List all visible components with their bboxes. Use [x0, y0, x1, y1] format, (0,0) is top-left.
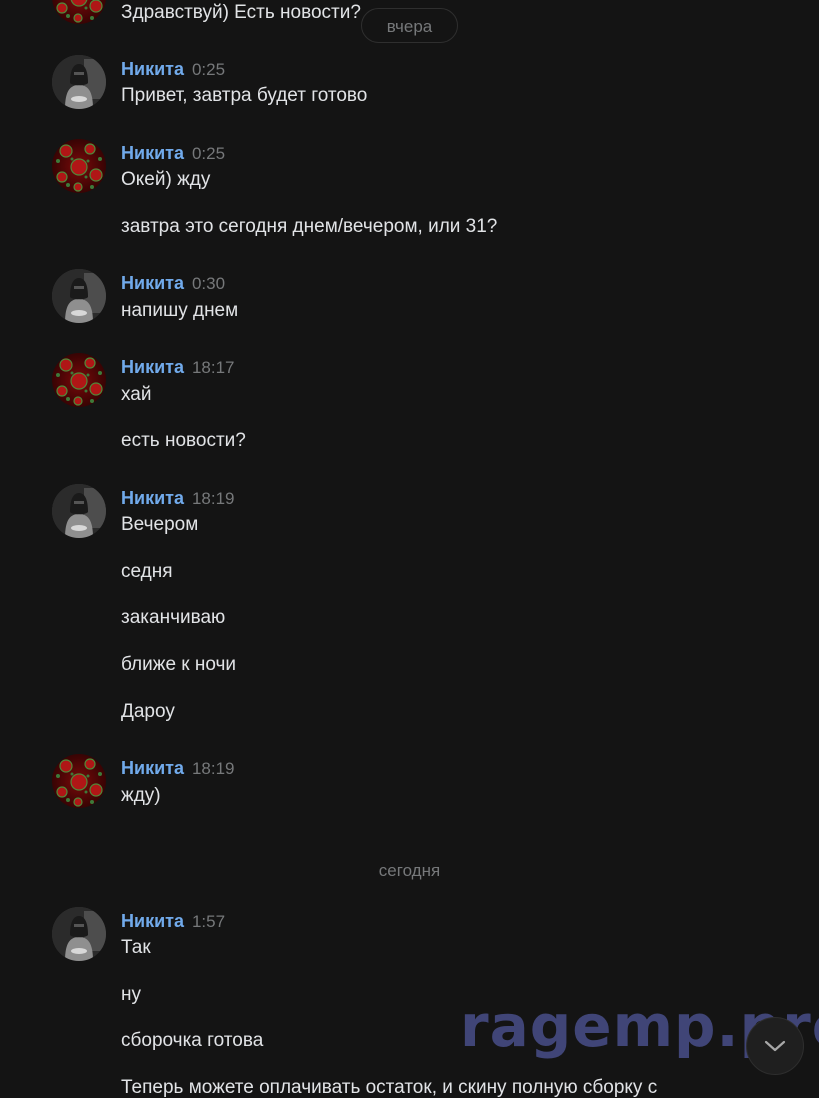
message-meta: Никита 18:19 [121, 757, 235, 779]
author-name[interactable]: Никита [121, 143, 184, 163]
message-text: хай [121, 384, 152, 405]
message-meta: Никита 18:19 [121, 487, 235, 509]
author-name[interactable]: Никита [121, 911, 184, 931]
message-text: Так [121, 937, 151, 958]
message-time[interactable]: 0:30 [192, 274, 225, 293]
date-pill: вчера [361, 8, 458, 43]
author-name[interactable]: Никита [121, 273, 184, 293]
message-meta: Никита 1:57 [121, 910, 225, 932]
author-name[interactable]: Никита [121, 758, 184, 778]
message-meta: Никита 0:25 [121, 142, 225, 164]
message-text: Теперь можете оплачивать остаток, и скин… [121, 1077, 658, 1098]
message-text: ближе к ночи [121, 654, 237, 675]
message-time[interactable]: 18:19 [192, 759, 235, 778]
message-text: заканчиваю [121, 607, 226, 628]
message-text: сборочка готова [121, 1030, 264, 1051]
author-name[interactable]: Никита [121, 488, 184, 508]
message-time[interactable]: 1:57 [192, 912, 225, 931]
message-meta: Никита 18:17 [121, 356, 235, 378]
message-time[interactable]: 18:19 [192, 489, 235, 508]
message-text: Привет, завтра будет готово [121, 85, 368, 106]
message-time[interactable]: 0:25 [192, 60, 225, 79]
message-text: Дароу [121, 701, 175, 722]
message-text: Окей) жду [121, 169, 211, 190]
date-separator: сегодня [378, 861, 441, 880]
author-name[interactable]: Никита [121, 59, 184, 79]
hooded-figure-avatar-icon[interactable] [52, 269, 106, 323]
message-text: Здравствуй) Есть новости? [121, 2, 361, 23]
message-text: ну [121, 984, 141, 1005]
message-time[interactable]: 0:25 [192, 144, 225, 163]
chat-history[interactable]: Здравствуй) Есть новости? вчера Никита 0:… [0, 0, 819, 1098]
message-text: седня [121, 561, 173, 582]
chevron-down-icon [764, 1040, 786, 1052]
scroll-to-bottom-button[interactable] [746, 1017, 804, 1075]
message-meta: Никита 0:25 [121, 58, 225, 80]
message-time[interactable]: 18:17 [192, 358, 235, 377]
virus-pattern-avatar-icon[interactable] [52, 0, 106, 24]
message-meta: Никита 0:30 [121, 272, 225, 294]
message-text: есть новости? [121, 430, 246, 451]
virus-pattern-avatar-icon[interactable] [52, 139, 106, 193]
message-text: напишу днем [121, 300, 239, 321]
virus-pattern-avatar-icon[interactable] [52, 353, 106, 407]
hooded-figure-avatar-icon[interactable] [52, 55, 106, 109]
message-text: жду) [121, 785, 161, 806]
hooded-figure-avatar-icon[interactable] [52, 484, 106, 538]
message-text: Вечером [121, 514, 199, 535]
message-text: завтра это сегодня днем/вечером, или 31? [121, 216, 498, 237]
virus-pattern-avatar-icon[interactable] [52, 754, 106, 808]
hooded-figure-avatar-icon[interactable] [52, 907, 106, 961]
author-name[interactable]: Никита [121, 357, 184, 377]
